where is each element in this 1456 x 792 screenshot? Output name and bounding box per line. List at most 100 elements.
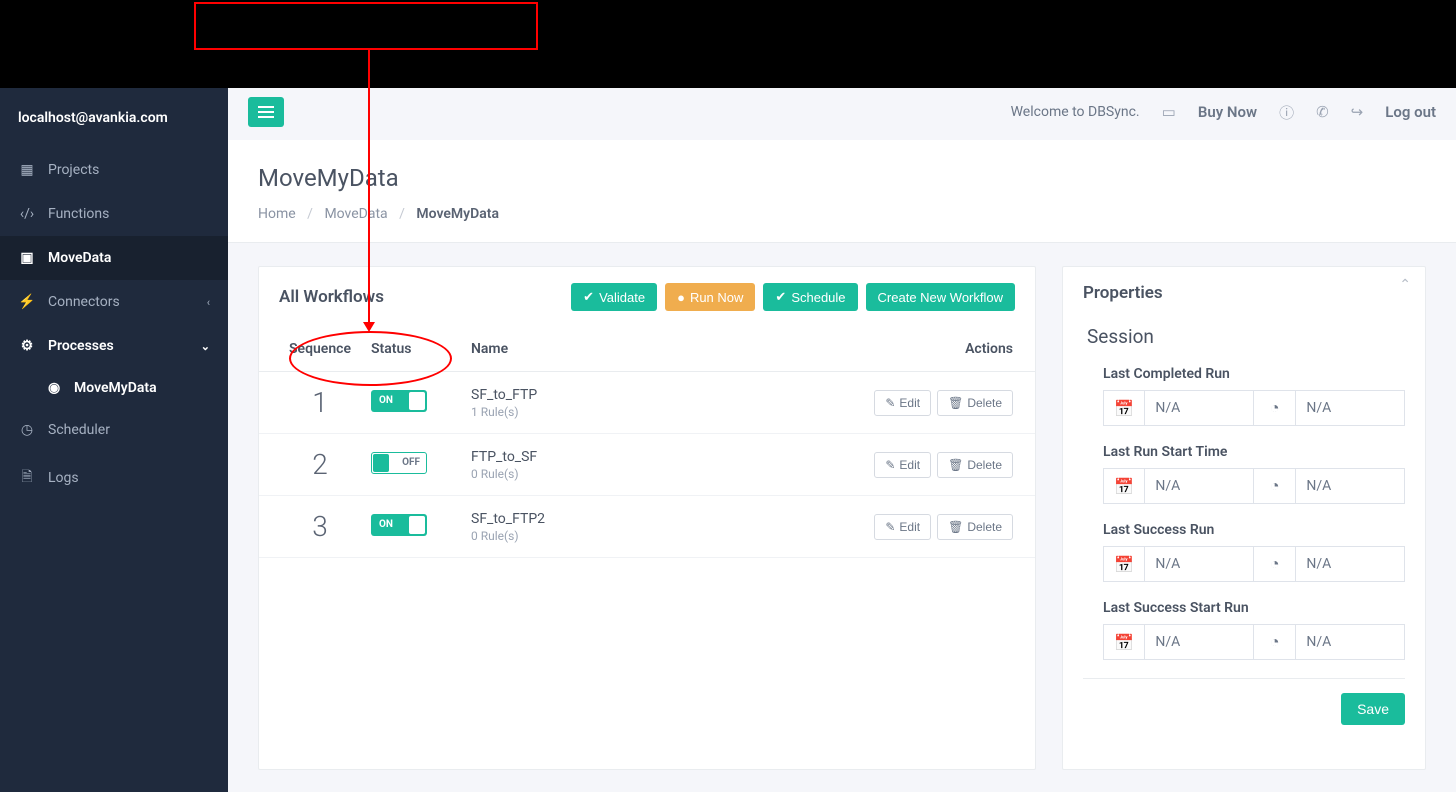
breadcrumb-sep: / bbox=[307, 206, 313, 222]
chevron-down-icon: ⌄ bbox=[201, 340, 210, 353]
pencil-icon: ✎ bbox=[885, 458, 895, 472]
run-now-button[interactable]: ● Run Now bbox=[665, 283, 755, 311]
trash-icon: 🗑 bbox=[948, 520, 963, 534]
sequence-number: 2 bbox=[289, 448, 351, 481]
welcome-text: Welcome to DBSync. bbox=[1011, 104, 1140, 120]
session-title: Session bbox=[1083, 325, 1405, 348]
workflow-rules: 0 Rule(s) bbox=[471, 529, 845, 543]
sidebar-item-label: Connectors bbox=[48, 294, 120, 310]
property-row: 📅N/A◔N/A bbox=[1103, 546, 1405, 582]
target-icon: ◉ bbox=[48, 380, 64, 396]
sidebar-item-label: Functions bbox=[48, 206, 109, 222]
info-icon[interactable]: ⓘ bbox=[1279, 102, 1294, 123]
document-icon: 🗎 bbox=[18, 466, 36, 490]
edit-button[interactable]: ✎ Edit bbox=[874, 452, 931, 478]
workflow-name[interactable]: SF_to_FTP bbox=[471, 387, 845, 403]
delete-button[interactable]: 🗑 Delete bbox=[937, 452, 1013, 478]
edit-button[interactable]: ✎Edit bbox=[874, 514, 931, 540]
save-button[interactable]: Save bbox=[1341, 693, 1405, 725]
sidebar-item-label: Processes bbox=[48, 338, 114, 354]
edit-button[interactable]: ✎ Edit bbox=[874, 390, 931, 416]
sidebar-item-processes[interactable]: ⚙ Processes ⌄ bbox=[0, 324, 228, 368]
property-group: Last Completed Run 📅N/A◔N/A bbox=[1083, 366, 1405, 426]
status-toggle[interactable]: ON bbox=[371, 514, 427, 536]
calendar-icon: 📅 bbox=[1103, 624, 1145, 660]
annotation-arrow-head bbox=[363, 322, 375, 332]
clock-icon: ◔ bbox=[1254, 390, 1296, 426]
calendar-icon: 📅 bbox=[1103, 390, 1145, 426]
sidebar-item-label: Logs bbox=[48, 470, 79, 486]
clock-icon: ◔ bbox=[1254, 546, 1296, 582]
code-icon: ‹/› bbox=[18, 206, 36, 222]
button-label: Delete bbox=[967, 458, 1002, 472]
button-label: Run Now bbox=[690, 290, 743, 305]
calendar-icon: 📅 bbox=[1103, 468, 1145, 504]
clock-icon: ◔ bbox=[1254, 468, 1296, 504]
pencil-icon: ✎ bbox=[885, 396, 895, 410]
sidebar-subitem-movemydata[interactable]: ◉ MoveMyData bbox=[0, 368, 228, 408]
toggle-label: ON bbox=[379, 519, 393, 530]
sidebar-item-label: MoveData bbox=[48, 250, 111, 266]
delete-button[interactable]: 🗑 Delete bbox=[937, 390, 1013, 416]
sidebar-item-projects[interactable]: ▦ Projects bbox=[0, 148, 228, 192]
button-label: Delete bbox=[967, 396, 1002, 410]
buy-now-link[interactable]: Buy Now bbox=[1198, 103, 1257, 121]
table-row: 3ONSF_to_FTP20 Rule(s)✎Edit🗑Delete bbox=[259, 496, 1035, 558]
trash-icon: 🗑 bbox=[948, 458, 963, 472]
phone-icon[interactable]: ✆ bbox=[1316, 103, 1329, 121]
sidebar-item-connectors[interactable]: ⚡ Connectors ‹ bbox=[0, 280, 228, 324]
property-date-value: N/A bbox=[1145, 546, 1254, 582]
sidebar-item-label: Scheduler bbox=[48, 422, 110, 438]
trash-icon: 🗑 bbox=[948, 396, 963, 410]
property-row: 📅N/A◔N/A bbox=[1103, 624, 1405, 660]
status-toggle[interactable]: ON bbox=[371, 390, 427, 412]
breadcrumb-movedata[interactable]: MoveData bbox=[324, 206, 387, 222]
property-time-value: N/A bbox=[1296, 624, 1405, 660]
col-name: Name bbox=[461, 333, 855, 372]
sidebar-item-functions[interactable]: ‹/› Functions bbox=[0, 192, 228, 236]
logout-link[interactable]: Log out bbox=[1385, 103, 1436, 121]
toggle-label: ON bbox=[379, 395, 393, 406]
property-label: Last Completed Run bbox=[1103, 366, 1405, 382]
property-time-value: N/A bbox=[1296, 546, 1405, 582]
sidebar-item-label: Projects bbox=[48, 162, 99, 178]
collapse-icon[interactable]: ⌃ bbox=[1399, 277, 1411, 293]
properties-title: Properties bbox=[1083, 283, 1405, 303]
schedule-button[interactable]: ✔ Schedule bbox=[763, 283, 857, 311]
workflow-name[interactable]: SF_to_FTP2 bbox=[471, 511, 845, 527]
check-icon: ✔ bbox=[583, 289, 594, 305]
toggle-knob bbox=[409, 392, 425, 410]
property-label: Last Run Start Time bbox=[1103, 444, 1405, 460]
main-content: All Workflows ✔ Validate ● Run Now ✔ Sch… bbox=[228, 244, 1456, 792]
page-title: MoveMyData bbox=[258, 164, 1426, 192]
sidebar-item-logs[interactable]: 🗎 Logs bbox=[0, 452, 228, 504]
create-workflow-button[interactable]: Create New Workflow bbox=[866, 283, 1015, 311]
delete-button[interactable]: 🗑Delete bbox=[937, 514, 1013, 540]
property-group: Last Run Start Time📅N/A◔N/A bbox=[1083, 444, 1405, 504]
button-label: Edit bbox=[899, 396, 920, 410]
topbar: Welcome to DBSync. ▭ Buy Now ⓘ ✆ ↪ Log o… bbox=[228, 88, 1456, 136]
button-label: Edit bbox=[899, 520, 920, 534]
button-label: Edit bbox=[899, 458, 920, 472]
breadcrumb-sep: / bbox=[399, 206, 405, 222]
annotation-red-box bbox=[194, 2, 538, 50]
sequence-number: 1 bbox=[289, 386, 351, 419]
validate-button[interactable]: ✔ Validate bbox=[571, 283, 657, 311]
breadcrumb-home[interactable]: Home bbox=[258, 206, 296, 222]
menu-toggle-button[interactable] bbox=[248, 97, 284, 127]
property-row: 📅N/A◔N/A bbox=[1103, 390, 1405, 426]
sidebar: localhost@avankia.com ▦ Projects ‹/› Fun… bbox=[0, 88, 228, 792]
sidebar-item-movedata[interactable]: ▣ MoveData bbox=[0, 236, 228, 280]
calendar-icon: 📅 bbox=[1103, 546, 1145, 582]
annotation-arrow-line bbox=[368, 50, 370, 326]
workflow-name[interactable]: FTP_to_SF bbox=[471, 449, 845, 465]
property-date-value: N/A bbox=[1145, 624, 1254, 660]
property-time-value: N/A bbox=[1296, 468, 1405, 504]
status-toggle[interactable]: OFF bbox=[371, 452, 427, 474]
property-group: Last Success Start Run 📅N/A◔N/A bbox=[1083, 600, 1405, 660]
property-label: Last Success Start Run bbox=[1103, 600, 1405, 616]
annotation-red-ellipse bbox=[289, 331, 452, 386]
sidebar-item-scheduler[interactable]: ◷ Scheduler bbox=[0, 408, 228, 452]
dashboard-icon: ▦ bbox=[18, 162, 36, 178]
chevron-left-icon: ‹ bbox=[207, 296, 210, 309]
